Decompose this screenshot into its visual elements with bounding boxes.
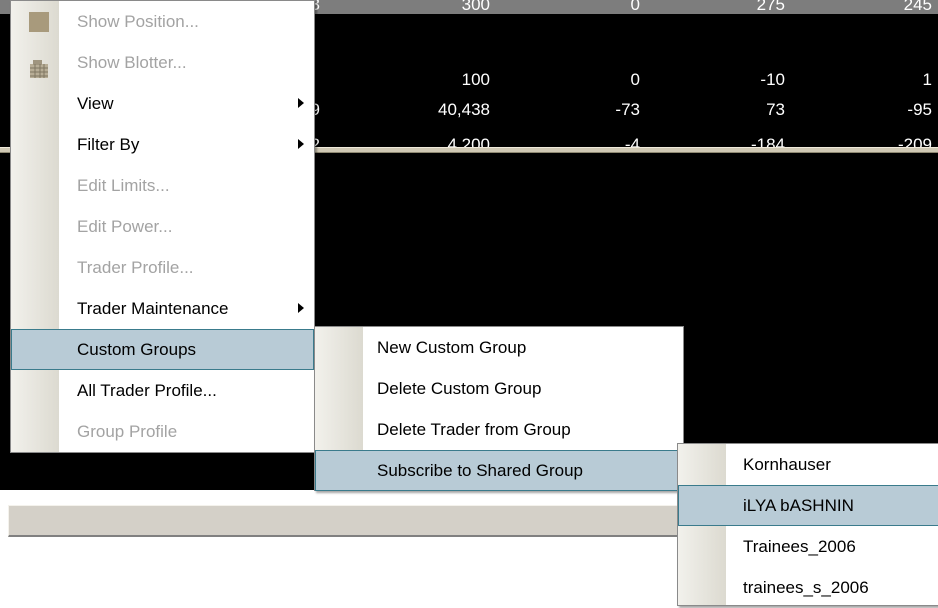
menu-item-label: Show Blotter... — [77, 53, 187, 72]
grid-cell: 73 — [766, 100, 785, 119]
menu-item-label: Trader Profile... — [77, 258, 194, 277]
grid-cell: 1 — [922, 70, 932, 89]
shared-groups-submenu: Kornhauser iLYA bASHNIN Trainees_2006 tr… — [677, 443, 938, 606]
menu-item-label: Group Profile — [77, 422, 178, 441]
menu-item-label: Kornhauser — [743, 455, 831, 474]
menu-item-new-custom-group[interactable]: New Custom Group — [315, 327, 683, 368]
menu-item-label: Subscribe to Shared Group — [377, 461, 584, 480]
grid-cell: 0 — [630, 0, 640, 14]
menu-item-edit-limits[interactable]: Edit Limits... — [11, 165, 314, 206]
grid-cell: 300 — [461, 0, 490, 14]
grid-cell: -73 — [615, 100, 640, 119]
menu-item-label: Delete Trader from Group — [377, 420, 571, 439]
menu-item-trader-profile[interactable]: Trader Profile... — [11, 247, 314, 288]
grid-cell: 245 — [903, 0, 932, 14]
grid-cell: 0 — [630, 70, 640, 89]
menu-item-trader-maintenance[interactable]: Trader Maintenance — [11, 288, 314, 329]
menu-item-shared-group[interactable]: Trainees_2006 — [678, 526, 938, 567]
grid-cell: 40,438 — [438, 100, 490, 119]
menu-item-label: New Custom Group — [377, 338, 527, 357]
menu-item-label: Filter By — [77, 135, 140, 154]
menu-item-delete-trader-from-group[interactable]: Delete Trader from Group — [315, 409, 683, 450]
grid-cell: -10 — [760, 70, 785, 89]
menu-item-view[interactable]: View — [11, 83, 314, 124]
menu-item-edit-power[interactable]: Edit Power... — [11, 206, 314, 247]
menu-item-label: iLYA bASHNIN — [743, 496, 854, 515]
menu-item-shared-group[interactable]: Kornhauser — [678, 444, 938, 485]
menu-item-show-position[interactable]: Show Position... — [11, 1, 314, 42]
menu-item-shared-group[interactable]: trainees_s_2006 — [678, 567, 938, 608]
menu-item-label: All Trader Profile... — [77, 381, 217, 400]
custom-groups-submenu: New Custom Group Delete Custom Group Del… — [314, 326, 684, 491]
menu-item-label: trainees_s_2006 — [743, 578, 869, 597]
grid-cell: -95 — [907, 100, 932, 119]
menu-item-shared-group[interactable]: iLYA bASHNIN — [678, 485, 938, 526]
menu-item-label: Delete Custom Group — [377, 379, 542, 398]
menu-item-label: Custom Groups — [77, 340, 197, 359]
grid-cell: 275 — [756, 0, 785, 14]
submenu-arrow-icon — [298, 98, 304, 108]
menu-item-custom-groups[interactable]: Custom Groups — [11, 329, 314, 370]
menu-item-label: Trainees_2006 — [743, 537, 856, 556]
grid-cell: 100 — [461, 70, 490, 89]
submenu-arrow-icon — [298, 303, 304, 313]
menu-item-label: Edit Power... — [77, 217, 173, 236]
menu-item-subscribe-shared-group[interactable]: Subscribe to Shared Group — [315, 450, 683, 491]
submenu-arrow-icon — [298, 139, 304, 149]
menu-item-label: Show Position... — [77, 12, 199, 31]
menu-item-group-profile[interactable]: Group Profile — [11, 411, 314, 452]
menu-item-show-blotter[interactable]: Show Blotter... — [11, 42, 314, 83]
menu-item-filter-by[interactable]: Filter By — [11, 124, 314, 165]
menu-item-label: Trader Maintenance — [77, 299, 229, 318]
menu-item-label: Edit Limits... — [77, 176, 170, 195]
menu-item-all-trader-profile[interactable]: All Trader Profile... — [11, 370, 314, 411]
position-icon — [29, 12, 49, 32]
menu-item-label: View — [77, 94, 114, 113]
blotter-icon — [29, 53, 49, 78]
context-menu: Show Position... Show Blotter... View Fi… — [10, 0, 315, 453]
menu-item-delete-custom-group[interactable]: Delete Custom Group — [315, 368, 683, 409]
